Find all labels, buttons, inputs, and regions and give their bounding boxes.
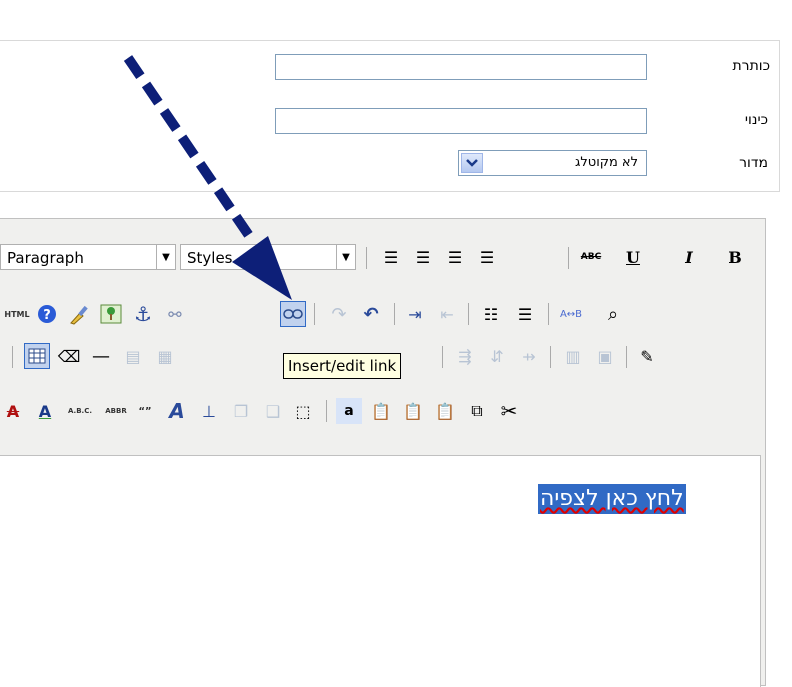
align-left-icon[interactable]: ☰ bbox=[474, 244, 500, 270]
bullet-list-icon[interactable]: ☰ bbox=[512, 301, 538, 327]
toolbar-separator bbox=[326, 400, 327, 422]
undo-icon[interactable]: ↶ bbox=[358, 301, 384, 327]
toolbar-separator bbox=[366, 247, 367, 269]
layer-forward-icon[interactable]: ❐ bbox=[228, 398, 254, 424]
cleanup-brush-icon[interactable] bbox=[66, 301, 92, 327]
paste-word-icon[interactable]: 📋 bbox=[368, 398, 394, 424]
bold-icon[interactable]: B bbox=[722, 244, 748, 270]
title-label: כותרת bbox=[732, 58, 770, 74]
cite-icon[interactable]: “” bbox=[132, 398, 158, 424]
underline-icon[interactable]: U bbox=[620, 244, 646, 270]
toolbar-separator bbox=[548, 303, 549, 325]
toolbar-separator bbox=[550, 346, 551, 368]
styles-select-value: Styles bbox=[187, 249, 233, 267]
acronym-icon[interactable]: A.B.C. bbox=[60, 398, 100, 424]
numbered-list-icon[interactable]: ☷ bbox=[478, 301, 504, 327]
copy-icon[interactable]: ⧉ bbox=[464, 398, 490, 424]
outdent-icon[interactable]: ⇤ bbox=[434, 301, 460, 327]
eraser-icon[interactable]: ⌫ bbox=[56, 343, 82, 369]
table-cell-props-icon[interactable]: ▦ bbox=[152, 343, 178, 369]
table-split-icon[interactable]: ▣ bbox=[592, 343, 618, 369]
chevron-down-icon: ▼ bbox=[156, 245, 175, 269]
toolbar-separator bbox=[626, 346, 627, 368]
replace-icon[interactable]: A↔B bbox=[558, 301, 584, 327]
font-size-icon[interactable]: A bbox=[164, 398, 190, 424]
toolbar-separator bbox=[314, 303, 315, 325]
align-justify-icon[interactable]: ☰ bbox=[378, 244, 404, 270]
backcolor-icon[interactable]: A bbox=[32, 398, 58, 424]
table-delete-row-icon[interactable]: ⇵ bbox=[484, 343, 510, 369]
svg-text:?: ? bbox=[43, 308, 51, 323]
indent-icon[interactable]: ⇥ bbox=[402, 301, 428, 327]
redo-icon[interactable]: ↷ bbox=[326, 301, 352, 327]
toolbar-separator bbox=[442, 346, 443, 368]
italic-icon[interactable]: I bbox=[676, 244, 702, 270]
paste-icon[interactable]: 📋 bbox=[432, 398, 458, 424]
align-right-icon[interactable]: ☰ bbox=[410, 244, 436, 270]
insert-link-tooltip: Insert/edit link bbox=[283, 353, 402, 379]
format-select-value: Paragraph bbox=[7, 249, 84, 267]
horizontal-rule-icon[interactable]: — bbox=[88, 343, 114, 369]
unlink-icon[interactable]: ⚯ bbox=[162, 301, 188, 327]
image-icon[interactable] bbox=[98, 301, 124, 327]
paste-text-icon[interactable]: 📋 bbox=[400, 398, 426, 424]
category-label: מדור bbox=[739, 155, 768, 171]
table-row-props-icon[interactable]: ▤ bbox=[120, 343, 146, 369]
html-source-icon[interactable]: HTML bbox=[4, 301, 30, 327]
visual-aid-icon[interactable]: ⬚ bbox=[290, 398, 316, 424]
table-merge-icon[interactable]: ▥ bbox=[560, 343, 586, 369]
cut-scissors-icon[interactable]: ✂ bbox=[496, 398, 522, 424]
special-char-icon[interactable]: a bbox=[336, 398, 362, 424]
styles-select[interactable]: Styles ▼ bbox=[180, 244, 356, 270]
layer-backward-icon[interactable]: ❑ bbox=[260, 398, 286, 424]
selected-content-text[interactable]: לחץ כאן לצפיה bbox=[538, 484, 686, 514]
toolbar-separator bbox=[12, 346, 13, 368]
alias-input[interactable] bbox=[275, 108, 647, 134]
toolbar-separator bbox=[468, 303, 469, 325]
align-center-icon[interactable]: ☰ bbox=[442, 244, 468, 270]
find-binoculars-icon[interactable]: ⌕ bbox=[600, 301, 626, 327]
category-value: לא מקוטלג bbox=[575, 155, 638, 170]
toolbar-separator bbox=[394, 303, 395, 325]
help-icon[interactable]: ? bbox=[34, 301, 60, 327]
table-icon[interactable] bbox=[24, 343, 50, 369]
table-insert-row-icon[interactable]: ⇶ bbox=[452, 343, 478, 369]
chevron-down-icon[interactable] bbox=[461, 153, 483, 173]
category-select[interactable]: לא מקוטלג bbox=[458, 150, 647, 176]
anchor-icon[interactable]: ⚓ bbox=[130, 301, 156, 327]
edit-form-icon[interactable]: ✎ bbox=[634, 343, 660, 369]
table-insert-col-icon[interactable]: ⇸ bbox=[516, 343, 542, 369]
chevron-down-icon: ▼ bbox=[336, 245, 355, 269]
insert-link-icon[interactable] bbox=[280, 301, 306, 327]
abbr-icon[interactable]: ABBR bbox=[100, 398, 132, 424]
layer-insert-icon[interactable]: ⊥ bbox=[196, 398, 222, 424]
format-select[interactable]: Paragraph ▼ bbox=[0, 244, 176, 270]
toolbar-separator bbox=[568, 247, 569, 269]
alias-label: כינוי bbox=[744, 112, 768, 128]
forecolor-icon[interactable]: A bbox=[0, 398, 26, 424]
strikethrough-icon[interactable]: ABC bbox=[578, 244, 604, 270]
title-input[interactable] bbox=[275, 54, 647, 80]
